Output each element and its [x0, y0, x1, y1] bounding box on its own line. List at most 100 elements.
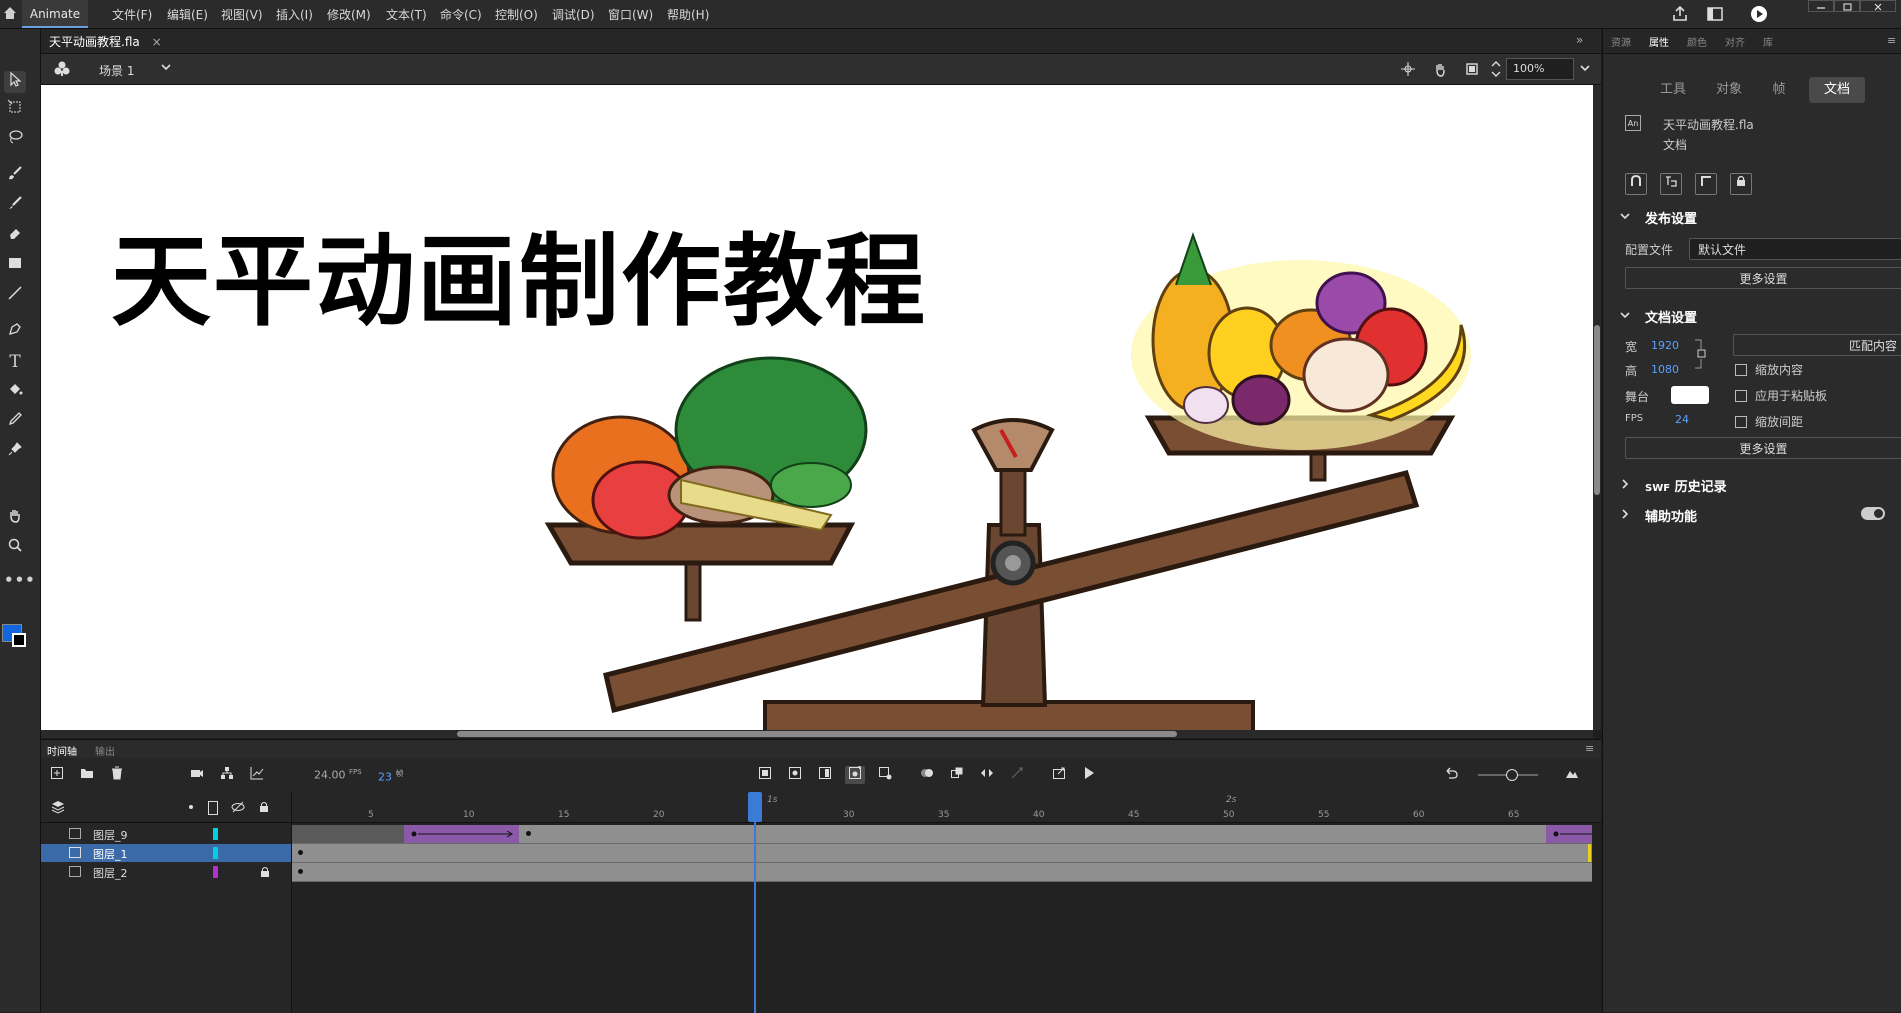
tween-span-end[interactable] [1546, 825, 1592, 843]
selection-tool-icon[interactable] [4, 71, 26, 93]
pin-tool-icon[interactable] [4, 441, 26, 463]
center-stage-icon[interactable] [1400, 61, 1416, 77]
keyframe-dot[interactable] [526, 831, 531, 836]
scale-spacing-checkbox[interactable] [1735, 416, 1747, 428]
menu-insert[interactable]: 插入(I) [276, 6, 313, 23]
zoom-tool-icon[interactable] [4, 537, 26, 559]
tween-icon[interactable] [1007, 766, 1027, 784]
first-frame-icon[interactable] [755, 766, 775, 784]
tab-properties[interactable]: 属性 [1649, 34, 1669, 49]
scene-name[interactable]: 场景 1 [99, 62, 134, 79]
menu-commands[interactable]: 命令(C) [440, 6, 482, 23]
hscroll-thumb[interactable] [457, 731, 1177, 737]
home-icon[interactable] [2, 5, 18, 21]
accessibility-toggle[interactable] [1861, 507, 1885, 520]
brush-tool-icon[interactable] [4, 195, 26, 217]
step-forward-icon[interactable] [815, 766, 835, 784]
document-tab[interactable]: 天平动画教程.fla × [49, 33, 162, 50]
menu-edit[interactable]: 编辑(E) [167, 6, 208, 23]
frame-readout[interactable]: 23 帧 [378, 768, 404, 784]
visibility-icon[interactable] [231, 800, 245, 814]
layer-color-tag[interactable] [213, 866, 218, 878]
chevron-down-icon[interactable] [1619, 210, 1631, 222]
keyframe-dot[interactable] [298, 869, 303, 874]
tab-align[interactable]: 对齐 [1725, 34, 1745, 49]
layer-color-tag[interactable] [213, 847, 218, 859]
test-movie-icon[interactable] [1750, 5, 1768, 23]
chevron-down-icon[interactable] [1619, 309, 1631, 321]
layer-lock-icon[interactable] [260, 866, 270, 878]
balance-scale-illustration[interactable] [41, 85, 1593, 730]
ruler-icon[interactable] [1695, 173, 1717, 195]
eraser-tool-icon[interactable] [4, 225, 26, 247]
rectangle-tool-icon[interactable] [4, 255, 26, 277]
stage-vertical-scrollbar[interactable] [1593, 85, 1601, 730]
stage-horizontal-scrollbar[interactable] [41, 730, 1593, 738]
play-icon[interactable] [1079, 766, 1099, 784]
frames-area[interactable]: 1s 2s 5 10 15 20 25 30 35 40 45 50 55 60… [292, 792, 1601, 1013]
share-icon[interactable] [1671, 5, 1689, 23]
playhead-line[interactable] [754, 792, 756, 1013]
restore-icon[interactable] [1834, 0, 1860, 12]
fps-value[interactable]: 24 [1675, 413, 1689, 426]
more-settings-button-1[interactable]: 更多设置 [1625, 267, 1901, 289]
magnet-icon[interactable] [1625, 173, 1647, 195]
layer-row-9[interactable]: 图层_9 [41, 825, 291, 843]
accessibility-header[interactable]: 辅助功能 [1645, 506, 1697, 525]
tween-span[interactable] [404, 825, 519, 843]
lock-icon[interactable] [1730, 173, 1752, 195]
scene-dropdown-icon[interactable] [159, 60, 173, 74]
scene-icon[interactable] [53, 60, 71, 78]
tab-color[interactable]: 颜色 [1687, 34, 1707, 49]
line-tool-icon[interactable] [4, 285, 26, 307]
scale-content-checkbox[interactable] [1735, 364, 1747, 376]
profile-select[interactable]: 默认文件 [1689, 238, 1901, 260]
zoom-slider[interactable] [1478, 769, 1538, 781]
onion-skin-icon[interactable] [917, 766, 937, 784]
highlight-dot-icon[interactable] [189, 805, 193, 809]
export-icon[interactable] [1049, 766, 1069, 784]
layer-row-1[interactable]: 图层_1 [41, 844, 291, 862]
menu-control[interactable]: 控制(O) [495, 6, 538, 23]
frame-span-static[interactable] [292, 825, 404, 843]
menu-window[interactable]: 窗口(W) [608, 6, 653, 23]
match-content-button[interactable]: 匹配内容 [1733, 334, 1901, 356]
frame-row-layer-9[interactable] [292, 825, 1592, 844]
menu-modify[interactable]: 修改(M) [327, 6, 371, 23]
segment-object[interactable]: 对象 [1709, 77, 1749, 103]
minimize-icon[interactable] [1808, 0, 1834, 12]
remove-keyframe-icon[interactable] [875, 766, 895, 784]
more-tools-icon[interactable]: ••• [4, 569, 35, 591]
segment-frame[interactable]: 帧 [1759, 77, 1799, 103]
more-settings-button-2[interactable]: 更多设置 [1625, 437, 1901, 459]
new-layer-icon[interactable] [47, 766, 67, 784]
snap-pixel-icon[interactable] [1660, 173, 1682, 195]
layer-name[interactable]: 图层_1 [93, 846, 128, 862]
segment-document[interactable]: 文档 [1809, 77, 1865, 103]
loop-range-icon[interactable] [977, 766, 997, 784]
mountain-icon[interactable] [1562, 766, 1582, 784]
vscroll-thumb[interactable] [1594, 325, 1600, 495]
new-folder-icon[interactable] [77, 766, 97, 784]
tab-timeline[interactable]: 时间轴 [47, 743, 77, 758]
menu-debug[interactable]: 调试(D) [552, 6, 595, 23]
zoom-field[interactable]: 100% [1506, 58, 1574, 80]
stage-canvas[interactable]: 天平动画制作教程 [41, 85, 1593, 730]
workspace-icon[interactable] [1706, 5, 1724, 23]
frame-row-layer-2[interactable] [292, 863, 1592, 882]
menu-view[interactable]: 视图(V) [221, 6, 263, 23]
layer-name[interactable]: 图层_2 [93, 865, 128, 881]
apply-pasteboard-checkbox[interactable] [1735, 390, 1747, 402]
layer-row-2[interactable]: 图层_2 [41, 863, 291, 881]
undo-icon[interactable] [1441, 766, 1461, 784]
text-tool-icon[interactable]: T [4, 351, 26, 373]
outline-toggle-icon[interactable] [208, 801, 218, 815]
segment-tool[interactable]: 工具 [1653, 77, 1693, 103]
tab-output[interactable]: 输出 [95, 743, 115, 758]
insert-keyframe-icon[interactable] [845, 766, 865, 784]
layers-stack-icon[interactable] [51, 800, 65, 814]
zoom-stepper-icon[interactable] [1490, 58, 1502, 80]
swf-history-header[interactable]: SWF 历史记录 [1645, 476, 1727, 495]
delete-layer-icon[interactable] [107, 766, 127, 784]
stroke-color-swatch[interactable] [12, 633, 26, 647]
